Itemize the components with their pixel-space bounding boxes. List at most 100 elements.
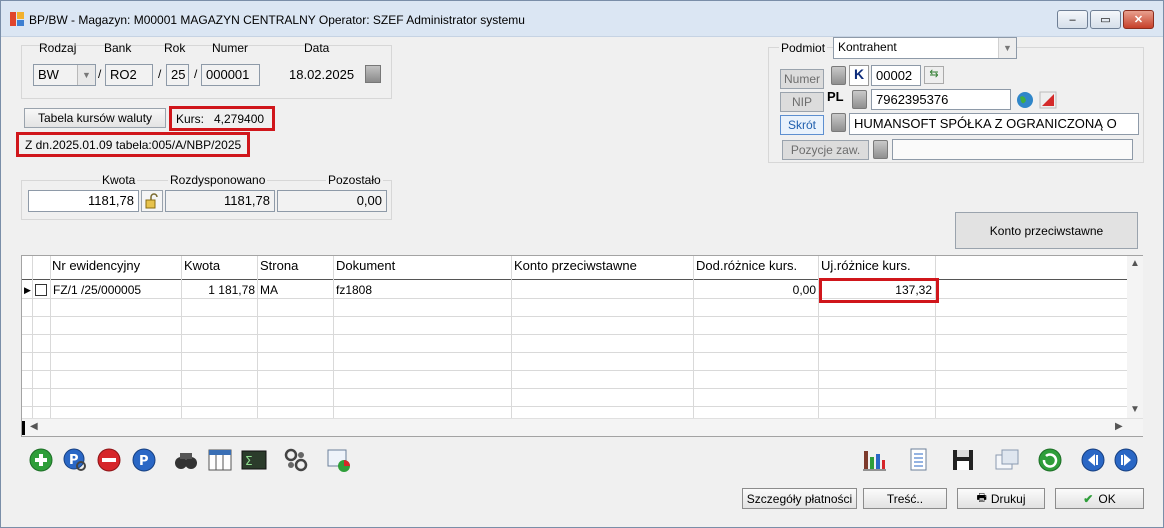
numer-label: Numer xyxy=(212,41,249,55)
numer-button[interactable]: Numer xyxy=(780,69,824,89)
kontrahent-badge: K xyxy=(849,65,869,86)
add-icon[interactable] xyxy=(28,447,54,473)
tresc-button[interactable]: Treść.. xyxy=(863,488,947,509)
rok-label: Rok xyxy=(164,41,186,55)
stack-icon[interactable] xyxy=(852,90,867,109)
scroll-thumb[interactable] xyxy=(22,421,25,435)
col-header-nr[interactable]: Nr ewidencyjny xyxy=(50,256,142,280)
pozostalo-field: 0,00 xyxy=(277,190,387,212)
data-label: Data xyxy=(304,41,330,55)
print-label: Drukuj xyxy=(990,491,1026,506)
scroll-up-icon[interactable]: ▲ xyxy=(1130,258,1140,269)
ok-button[interactable]: ✔ OK xyxy=(1055,488,1144,509)
country-code-badge: PL xyxy=(827,89,844,104)
checkmark-icon: ✔ xyxy=(1083,491,1094,506)
chart-window-icon[interactable] xyxy=(326,447,352,473)
rozdysponowano-field: 1181,78 xyxy=(165,190,275,212)
podmiot-type-select[interactable]: Kontrahent ▼ xyxy=(833,37,1017,59)
slash-separator: / xyxy=(98,67,102,81)
date-value[interactable]: 18.02.2025 xyxy=(289,67,354,82)
slash-separator: / xyxy=(194,67,198,81)
payments-table[interactable]: Nr ewidencyjny Kwota Strona Dokument Kon… xyxy=(21,255,1143,437)
save-icon[interactable] xyxy=(950,447,976,473)
minimize-button[interactable]: – xyxy=(1057,10,1088,29)
handshake-icon[interactable]: ⇆ xyxy=(924,66,944,84)
pozostalo-label: Pozostało xyxy=(326,173,383,187)
row-pointer-icon: ▶ xyxy=(24,285,31,295)
calendar-icon[interactable] xyxy=(365,65,381,83)
scroll-down-icon[interactable]: ▼ xyxy=(1130,404,1140,415)
filter-table-icon[interactable] xyxy=(207,447,233,473)
settings-icon[interactable] xyxy=(283,447,309,473)
chevron-down-icon[interactable]: ▼ xyxy=(998,38,1016,58)
ok-label: OK xyxy=(1098,491,1116,506)
printer-icon: 🖶 xyxy=(976,492,987,504)
tresc-label: Treść.. xyxy=(886,491,924,506)
globe-icon[interactable] xyxy=(1015,90,1035,110)
stack-icon[interactable] xyxy=(831,113,846,132)
rok-field[interactable]: 25 xyxy=(166,64,189,86)
copy-window-icon[interactable] xyxy=(994,447,1020,473)
close-button[interactable]: ✕ xyxy=(1123,10,1154,29)
document-list-icon[interactable] xyxy=(905,447,931,473)
maximize-button[interactable]: ▭ xyxy=(1090,10,1121,29)
nip-field[interactable]: 7962395376 xyxy=(871,89,1011,110)
vertical-scrollbar[interactable]: ▲ ▼ xyxy=(1127,256,1143,418)
slash-separator: / xyxy=(158,67,162,81)
document-window: BP/BW - Magazyn: M00001 MAGAZYN CENTRALN… xyxy=(0,0,1164,528)
rodzaj-select[interactable]: BW ▼ xyxy=(33,64,96,86)
nip-button[interactable]: NIP xyxy=(780,92,824,112)
next-icon[interactable] xyxy=(1113,447,1139,473)
rozdysponowano-label: Rozdysponowano xyxy=(168,173,268,187)
exchange-table-button[interactable]: Tabela kursów waluty xyxy=(24,108,166,128)
exchange-table-info: Z dn.2025.01.09 tabela:005/A/NBP/2025 xyxy=(25,138,242,152)
stack-icon[interactable] xyxy=(873,140,888,159)
konto-przeciwstawne-button[interactable]: Konto przeciwstawne xyxy=(955,212,1138,249)
refresh-icon[interactable] xyxy=(1037,447,1063,473)
podmiot-type-value: Kontrahent xyxy=(838,40,897,54)
rate-label: Kurs: xyxy=(176,112,205,126)
payment-details-button[interactable]: Szczegóły płatności xyxy=(742,488,857,509)
rate-value: 4,279400 xyxy=(214,112,265,126)
numer-field[interactable]: 000001 xyxy=(201,64,260,86)
col-header-dokument[interactable]: Dokument xyxy=(334,256,397,280)
app-logo-icon xyxy=(10,12,24,26)
skrot-button[interactable]: Skrót xyxy=(780,115,824,135)
delete-icon[interactable] xyxy=(96,447,122,473)
post-icon[interactable]: P xyxy=(131,447,157,473)
bank-field[interactable]: RO2 xyxy=(105,64,153,86)
rodzaj-value: BW xyxy=(38,67,59,82)
bar-chart-icon[interactable] xyxy=(861,447,887,473)
title-bar: BP/BW - Magazyn: M00001 MAGAZYN CENTRALN… xyxy=(1,1,1163,37)
kontrahent-numer-field[interactable]: 00002 xyxy=(871,65,921,86)
col-header-uj[interactable]: Uj.różnice kurs. xyxy=(819,256,913,280)
col-header-strona[interactable]: Strona xyxy=(258,256,300,280)
scroll-left-icon[interactable]: ◀ xyxy=(30,421,38,432)
preview-icon[interactable]: P xyxy=(62,447,88,473)
pozycje-field[interactable] xyxy=(892,139,1133,160)
col-header-dod[interactable]: Dod.różnice kurs. xyxy=(694,256,799,280)
col-header-kwota[interactable]: Kwota xyxy=(182,256,222,280)
col-header-konto[interactable]: Konto przeciwstawne xyxy=(512,256,639,280)
binoculars-icon[interactable] xyxy=(173,447,199,473)
cell-dod: 0,00 xyxy=(792,283,816,297)
pozycje-button[interactable]: Pozycje zaw. xyxy=(782,140,869,160)
bank-label: Bank xyxy=(104,41,132,55)
scroll-right-icon[interactable]: ▶ xyxy=(1115,421,1123,432)
rodzaj-label: Rodzaj xyxy=(39,41,77,55)
sum-icon[interactable]: Σ xyxy=(241,447,267,473)
window-title: BP/BW - Magazyn: M00001 MAGAZYN CENTRALN… xyxy=(29,13,525,27)
uj-roznice-highlight xyxy=(819,278,939,303)
print-button[interactable]: 🖶 Drukuj xyxy=(957,488,1045,509)
svg-text:Σ: Σ xyxy=(245,454,253,468)
row-checkbox[interactable] xyxy=(35,284,47,296)
previous-icon[interactable] xyxy=(1080,447,1106,473)
kwota-field[interactable]: 1181,78 xyxy=(28,190,139,212)
stack-icon[interactable] xyxy=(831,66,846,85)
lock-icon[interactable] xyxy=(141,190,163,212)
chevron-down-icon[interactable]: ▼ xyxy=(77,65,95,85)
kwota-label: Kwota xyxy=(100,173,138,187)
horizontal-scrollbar[interactable]: ◀ ▶ xyxy=(22,418,1143,436)
flag-icon[interactable] xyxy=(1038,90,1058,110)
skrot-field[interactable]: HUMANSOFT SPÓŁKA Z OGRANICZONĄ O xyxy=(849,113,1139,135)
